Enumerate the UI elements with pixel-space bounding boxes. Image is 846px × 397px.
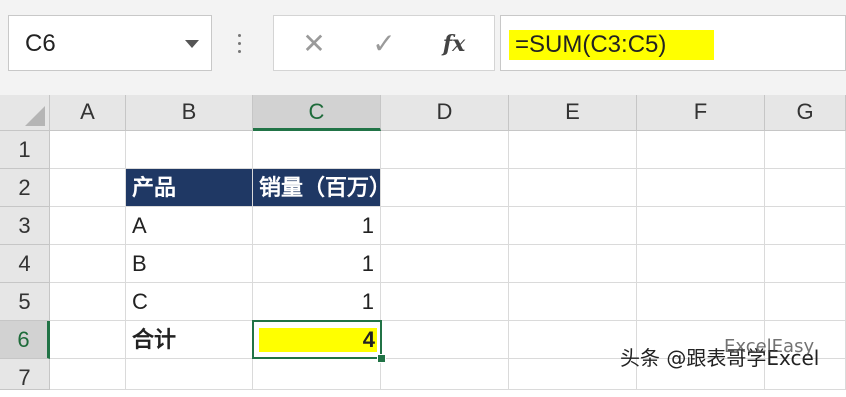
row-header-3[interactable]: 3 [0,207,50,245]
cell-d2[interactable] [381,169,509,207]
cell-d5[interactable] [381,283,509,321]
cell-d1[interactable] [381,131,509,169]
cell-a7[interactable] [50,359,126,390]
cell-d4[interactable] [381,245,509,283]
cell-c7[interactable] [253,359,381,390]
cell-c2[interactable]: 销量（百万） [253,169,381,207]
checkmark-icon[interactable]: ✓ [364,28,404,60]
cell-g1[interactable] [765,131,846,169]
cell-f2[interactable] [637,169,765,207]
cell-e1[interactable] [509,131,637,169]
cell-a4[interactable] [50,245,126,283]
chevron-down-icon[interactable] [185,40,199,48]
cell-e4[interactable] [509,245,637,283]
cell-a5[interactable] [50,283,126,321]
row-header-7[interactable]: 7 [0,359,50,390]
column-header-g[interactable]: G [765,95,846,131]
cell-d7[interactable] [381,359,509,390]
cell-b3[interactable]: A [126,207,253,245]
cell-b4[interactable]: B [126,245,253,283]
cell-f3[interactable] [637,207,765,245]
cell-f5[interactable] [637,283,765,321]
cell-c3[interactable]: 1 [253,207,381,245]
row-header-5[interactable]: 5 [0,283,50,321]
cell-g3[interactable] [765,207,846,245]
cell-g4[interactable] [765,245,846,283]
cell-a3[interactable] [50,207,126,245]
watermark: 头条 @跟表哥学Excel ExcelEasy [620,336,819,371]
more-options-icon[interactable] [237,34,243,58]
row-header-1[interactable]: 1 [0,131,50,169]
cell-a1[interactable] [50,131,126,169]
row-header-6[interactable]: 6 [0,321,50,359]
cell-f4[interactable] [637,245,765,283]
cell-e2[interactable] [509,169,637,207]
cell-e5[interactable] [509,283,637,321]
formula-bar-area: C6 ✕ ✓ fx =SUM(C3:C5) [0,0,846,95]
cell-g5[interactable] [765,283,846,321]
cell-b2[interactable]: 产品 [126,169,253,207]
fill-handle[interactable] [377,354,386,363]
column-header-a[interactable]: A [50,95,126,131]
active-cell-border [252,320,382,359]
cell-g2[interactable] [765,169,846,207]
cell-b7[interactable] [126,359,253,390]
column-header-b[interactable]: B [126,95,253,131]
cell-d6[interactable] [381,321,509,359]
formula-buttons: ✕ ✓ fx [273,15,495,71]
column-header-d[interactable]: D [381,95,509,131]
cell-c4[interactable]: 1 [253,245,381,283]
formula-input[interactable]: =SUM(C3:C5) [500,15,846,71]
cell-f1[interactable] [637,131,765,169]
cell-b5[interactable]: C [126,283,253,321]
select-all-button[interactable] [0,95,50,131]
cell-a6[interactable] [50,321,126,359]
cell-d3[interactable] [381,207,509,245]
name-box[interactable]: C6 [8,15,212,71]
column-header-e[interactable]: E [509,95,637,131]
insert-function-icon[interactable]: fx [434,28,474,60]
column-header-c[interactable]: C [253,95,381,131]
row-header-4[interactable]: 4 [0,245,50,283]
cell-a2[interactable] [50,169,126,207]
formula-text: =SUM(C3:C5) [509,30,715,60]
cell-c5[interactable]: 1 [253,283,381,321]
row-header-2[interactable]: 2 [0,169,50,207]
watermark-ghost-text: ExcelEasy [724,336,815,357]
cell-e6[interactable] [509,321,637,359]
cell-b1[interactable] [126,131,253,169]
cell-e3[interactable] [509,207,637,245]
column-header-f[interactable]: F [637,95,765,131]
cell-e7[interactable] [509,359,637,390]
cell-c1[interactable] [253,131,381,169]
cell-b6[interactable]: 合计 [126,321,253,359]
name-box-value: C6 [25,30,56,57]
cancel-x-icon[interactable]: ✕ [294,28,334,60]
